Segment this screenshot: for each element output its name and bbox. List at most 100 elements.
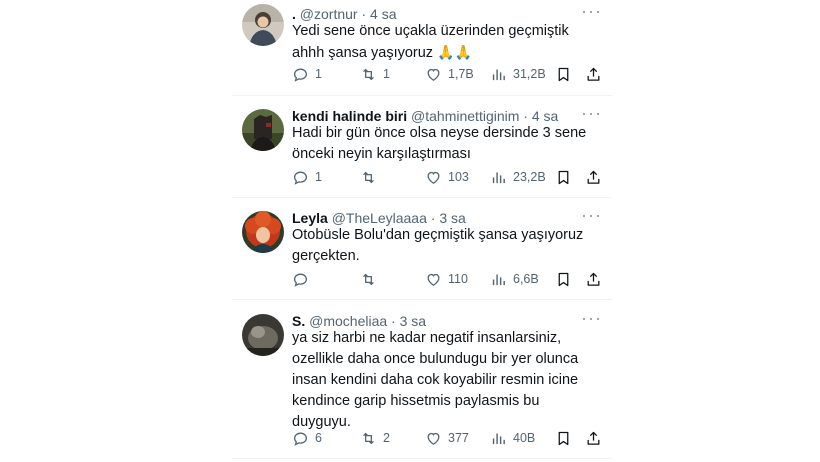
like-count: 1,7B xyxy=(448,67,474,81)
retweet-count: 2 xyxy=(383,431,390,445)
like-count: 377 xyxy=(448,431,469,445)
like-button[interactable]: 377 xyxy=(425,428,469,448)
reply-button[interactable]: 1 xyxy=(292,167,322,187)
retweet-icon xyxy=(363,273,374,285)
view-count: 40B xyxy=(513,431,536,445)
tweet-text-fragment: ahhh şansa yaşıyoruz xyxy=(292,45,434,61)
like-button[interactable]: 1,7B xyxy=(425,64,474,84)
views-button[interactable]: 23,2B xyxy=(490,167,546,187)
share-button[interactable] xyxy=(585,64,602,84)
user-handle[interactable]: @tahminettiginim xyxy=(411,108,519,124)
user-handle[interactable]: @mocheliaa xyxy=(309,313,387,329)
user-handle[interactable]: @zortnur xyxy=(300,6,358,22)
display-name[interactable]: kendi halinde biri xyxy=(292,108,407,124)
heart-icon xyxy=(427,171,440,184)
bookmark-icon xyxy=(558,67,569,81)
divider xyxy=(232,197,612,198)
bookmark-button[interactable] xyxy=(555,167,572,187)
separator: · xyxy=(523,108,528,124)
bookmark-icon xyxy=(558,272,569,286)
tweet[interactable]: . @zortnur · 4 sa ··· Yedi sene önce uça… xyxy=(232,2,612,86)
user-handle[interactable]: @TheLeylaaaa xyxy=(332,210,427,226)
tweet-text-line: ya siz harbi ne kadar negatif insanlarsi… xyxy=(292,330,562,346)
share-icon xyxy=(587,431,600,445)
retweet-icon xyxy=(363,171,374,183)
retweet-count: 1 xyxy=(383,67,390,81)
views-button[interactable]: 40B xyxy=(490,428,535,448)
avatar[interactable] xyxy=(242,314,284,356)
retweet-icon xyxy=(363,68,374,80)
like-button[interactable]: 110 xyxy=(425,269,468,289)
tweet[interactable]: Leyla @TheLeylaaaa · 3 sa ··· Otobüsle B… xyxy=(232,206,612,290)
tweet-text-line: insan kendini daha cok koyabilir resmin … xyxy=(292,372,579,388)
separator: · xyxy=(391,313,396,329)
reply-button[interactable]: 1 xyxy=(292,64,322,84)
tweet-text: Otobüsle Bolu'dan geçmiştik şansa yaşıyo… xyxy=(292,225,598,267)
share-icon xyxy=(587,67,600,81)
retweet-button[interactable] xyxy=(360,269,383,289)
timeline-feed: . @zortnur · 4 sa · · · Yedi sene önce uça… xyxy=(232,0,612,462)
like-button[interactable]: 103 xyxy=(425,167,469,187)
tweet[interactable]: kendi halinde biri @tahminettiginim · 4 … xyxy=(232,104,612,190)
timestamp[interactable]: 4 sa xyxy=(370,6,396,22)
bookmark-button[interactable] xyxy=(555,428,572,448)
reply-icon xyxy=(293,171,308,185)
views-button[interactable]: 31,2B xyxy=(490,64,546,84)
avatar[interactable] xyxy=(242,109,284,151)
retweet-button[interactable] xyxy=(360,167,383,187)
bookmark-icon xyxy=(558,431,569,445)
reply-count: 6 xyxy=(315,431,322,445)
tweet-text: Hadi bir gün önce olsa neyse dersinde 3 … xyxy=(292,123,598,165)
reply-icon xyxy=(293,273,308,287)
divider xyxy=(232,95,612,96)
reply-count: 1 xyxy=(315,170,322,184)
heart-icon xyxy=(427,432,440,445)
avatar[interactable] xyxy=(242,4,284,46)
views-icon xyxy=(492,433,505,444)
reply-icon xyxy=(293,432,308,446)
tweet-text-line: önceki neyin karşılaştırması xyxy=(292,146,471,162)
view-count: 23,2B xyxy=(513,170,546,184)
tweet-actions: 1 1 1,7B 31,2B xyxy=(292,64,606,84)
tweet-text-line: ahhh şansa yaşıyoruz 🙏🙏 xyxy=(292,42,598,64)
retweet-icon xyxy=(363,432,374,444)
like-count: 110 xyxy=(448,272,468,286)
tweet-text: ya siz harbi ne kadar negatif insanlarsi… xyxy=(292,328,598,433)
retweet-button[interactable]: 2 xyxy=(360,428,390,448)
display-name[interactable]: Leyla xyxy=(292,210,328,226)
heart-icon xyxy=(427,68,440,81)
share-icon xyxy=(587,272,600,286)
divider xyxy=(232,458,612,459)
reply-button[interactable] xyxy=(292,269,315,289)
tweet-text-line: Yedi sene önce uçakla üzerinden geçmişti… xyxy=(292,23,569,39)
separator: · xyxy=(430,210,436,226)
timestamp[interactable]: 3 sa xyxy=(400,313,426,329)
tweet-text-line: kendince garip hissetmis paylasmis bu xyxy=(292,393,540,409)
tweet-actions: 1 103 23,2B xyxy=(292,167,606,187)
views-button[interactable]: 6,6B xyxy=(490,269,539,289)
timestamp[interactable]: 4 sa xyxy=(532,108,558,124)
reply-button[interactable]: 6 xyxy=(292,428,322,448)
share-button[interactable] xyxy=(585,269,602,289)
display-name[interactable]: . xyxy=(292,6,296,22)
divider xyxy=(232,299,612,300)
share-icon xyxy=(587,170,600,184)
view-count: 31,2B xyxy=(513,67,546,81)
like-count: 103 xyxy=(448,170,469,184)
praying-hands-emoji: 🙏🙏 xyxy=(437,44,472,60)
share-button[interactable] xyxy=(585,428,602,448)
display-name[interactable]: S. xyxy=(292,313,305,329)
views-icon xyxy=(492,274,505,285)
heart-icon xyxy=(427,273,440,286)
tweet[interactable]: S. @mocheliaa · 3 sa ··· ya siz harbi ne… xyxy=(232,309,612,451)
retweet-button[interactable]: 1 xyxy=(360,64,390,84)
avatar[interactable] xyxy=(242,211,284,253)
bookmark-button[interactable] xyxy=(555,269,572,289)
separator: · xyxy=(361,6,367,22)
timestamp[interactable]: 3 sa xyxy=(439,210,465,226)
bookmark-button[interactable] xyxy=(555,64,572,84)
share-button[interactable] xyxy=(585,167,602,187)
tweet-text: Yedi sene önce uçakla üzerinden geçmişti… xyxy=(292,21,598,64)
reply-count: 1 xyxy=(315,67,322,81)
reply-icon xyxy=(293,68,308,82)
